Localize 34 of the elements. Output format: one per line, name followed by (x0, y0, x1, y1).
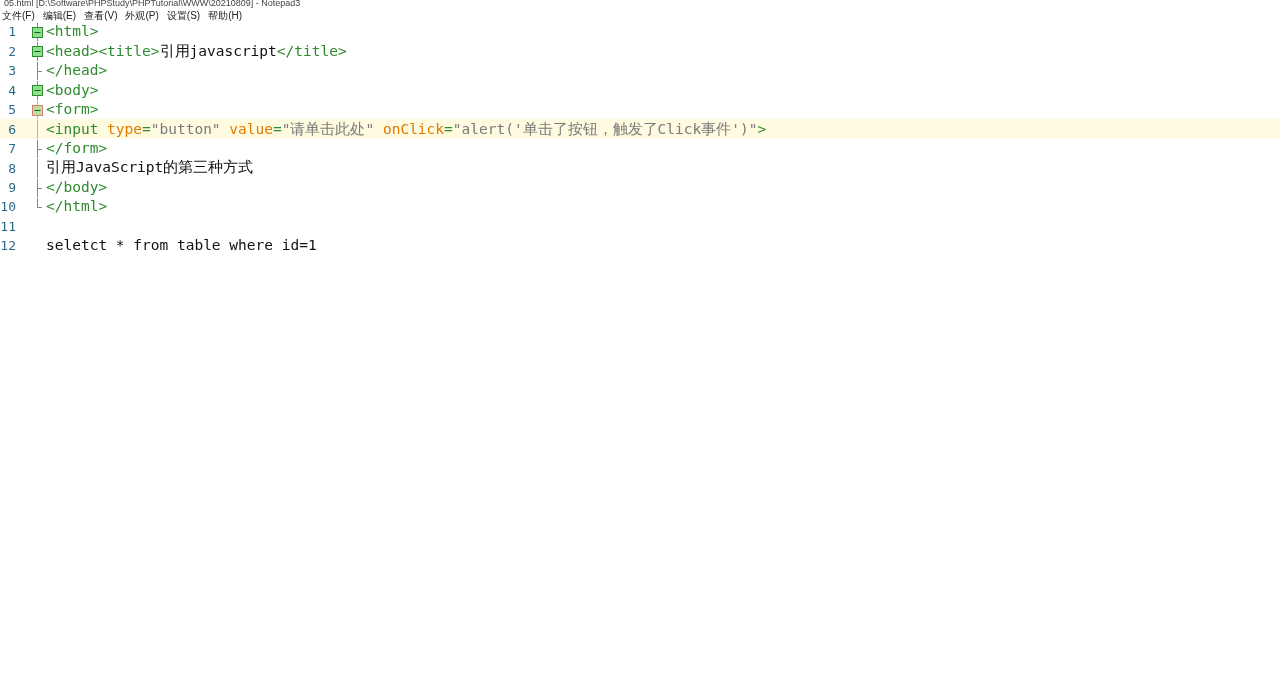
window-title: 05.html [D:\Software\PHPStudy\PHPTutorial\WWW\20210809] - Notepad3 (3, 0, 301, 8)
line-number: 2 (7, 42, 17, 61)
code-line: 引用JavaScript的第三种方式 (46, 158, 254, 178)
code-line: <form> (46, 100, 99, 120)
code-line: </form> (46, 138, 108, 158)
line-number: 8 (7, 159, 17, 178)
code-line: <head><title>引用javascript</title> (46, 41, 347, 61)
line-number: 10 (0, 198, 17, 217)
fold-toggle-icon[interactable] (32, 27, 43, 38)
line-number: 9 (7, 178, 17, 197)
code-line: </body> (46, 177, 108, 197)
fold-toggle-icon[interactable] (32, 85, 43, 97)
menu-item[interactable]: 文件(F) (2, 7, 35, 23)
menu-item[interactable]: 外观(P) (125, 7, 159, 23)
code-line: </html> (46, 197, 108, 217)
line-number: 11 (0, 217, 17, 236)
line-number: 4 (7, 81, 17, 100)
code-line: </head> (46, 61, 108, 81)
menu-item[interactable]: 帮助(H) (208, 7, 243, 23)
line-number: 3 (7, 62, 17, 81)
menu-item[interactable]: 查看(V) (84, 7, 118, 23)
fold-toggle-icon[interactable] (32, 46, 43, 58)
code-line: <html> (46, 22, 99, 42)
line-number: 12 (0, 237, 17, 256)
menu-item[interactable]: 设置(S) (166, 7, 201, 23)
menu-item[interactable]: 编辑(E) (42, 7, 77, 23)
fold-toggle-icon[interactable] (32, 104, 43, 116)
code-line: <body> (46, 80, 99, 100)
line-number: 7 (7, 140, 17, 159)
line-number: 5 (7, 101, 17, 120)
line-number: 1 (7, 23, 17, 42)
code-line: <input type="button" value="请单击此处" onClick="alert('单击了按钮，触发了Click事件')"> (46, 119, 767, 139)
code-line: seletct * from table where id=1 (46, 236, 317, 256)
line-number: 6 (7, 120, 17, 139)
